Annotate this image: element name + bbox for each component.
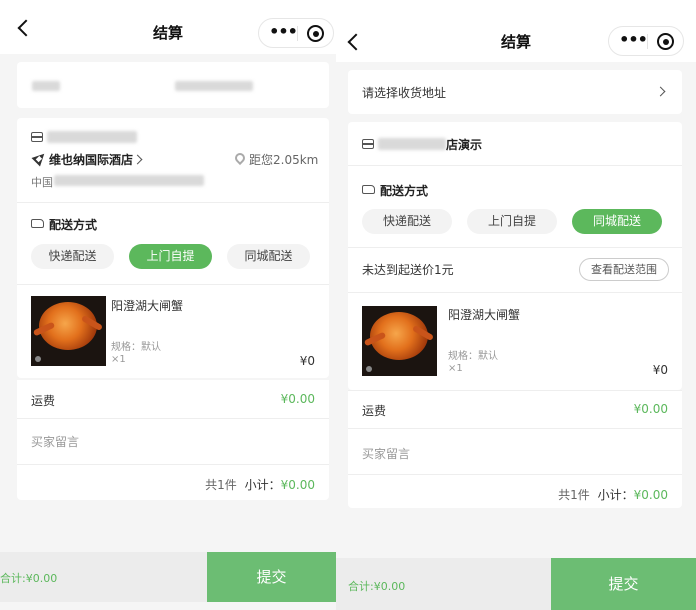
divider [17,418,329,419]
total-value: ¥0.00 [373,580,406,593]
location-pin-icon [232,150,248,166]
order-summary: 共1件 小计：¥0.00 [558,486,668,503]
blurred-phone [175,81,253,91]
address-card[interactable] [17,62,329,108]
product-image[interactable] [31,296,106,366]
shipping-fee: ¥0.00 [633,402,668,416]
chevron-right-icon [132,154,143,165]
order-total: 合计:¥0.00 [348,578,405,594]
mini-program-capsule: ••• [258,18,334,48]
checkout-screen-left: 结算 ••• 维也纳国际酒店 距您2.05km 中国 配送方式 快递配送 上门自… [0,0,336,610]
bottom-bar: 合计:¥0.00 提交 [0,552,336,602]
product-quantity: ×1 [111,354,126,365]
subtotal-value: ¥0.00 [633,488,668,502]
shipping-fee: ¥0.00 [280,392,315,406]
order-extras-card: 运费 ¥0.00 买家留言 共1件 小计：¥0.00 [348,390,682,508]
nav-bar: 结算 ••• [336,4,696,62]
submit-button[interactable]: 提交 [207,552,336,602]
view-delivery-range-button[interactable]: 查看配送范围 [579,258,669,281]
subtotal-label: 小计： [244,478,281,492]
divider [348,428,682,429]
store-icon [362,139,374,149]
address-prefix: 中国 [31,176,53,189]
buyer-remark-input[interactable]: 买家留言 [362,445,410,462]
store-name-suffix: 店演示 [446,138,483,152]
shipping-label: 运费 [362,404,387,418]
delivery-label: 配送方式 [380,184,429,198]
divider [17,202,329,203]
close-target-icon[interactable] [657,33,674,50]
order-card: 维也纳国际酒店 距您2.05km 中国 配送方式 快递配送 上门自提 同城配送 … [17,118,329,378]
select-address-prompt: 请选择收货地址 [362,86,447,100]
subtotal-value: ¥0.00 [280,478,315,492]
divider [348,247,682,248]
product-name: 阳澄湖大闸蟹 [111,299,184,313]
blurred-recipient [32,81,60,91]
close-target-icon[interactable] [307,25,324,42]
product-quantity: ×1 [448,363,463,374]
delivery-truck-icon [31,219,44,228]
bottom-bar: 合计:¥0.00 提交 [336,558,696,610]
divider [348,165,682,166]
product-name: 阳澄湖大闸蟹 [448,308,521,322]
mini-program-capsule: ••• [608,26,684,56]
order-card: 店演示 配送方式 快递配送 上门自提 同城配送 未达到起送价1元 查看配送范围 … [348,122,682,390]
delivery-truck-icon [362,185,375,194]
capsule-divider [297,26,298,41]
checkout-screen-right: 结算 ••• 请选择收货地址 店演示 配送方式 快递配送 上门自提 同城配送 未… [336,4,696,610]
delivery-option-express[interactable]: 快递配送 [31,244,114,269]
blurred-store-name [378,138,446,150]
hotel-name[interactable]: 维也纳国际酒店 [49,151,133,168]
product-price: ¥0 [652,363,668,377]
delivery-option-local[interactable]: 同城配送 [227,244,310,269]
more-icon[interactable]: ••• [269,19,298,47]
product-price: ¥0 [299,354,315,368]
capsule-divider [647,34,648,49]
delivery-option-pickup[interactable]: 上门自提 [129,244,212,269]
total-value: ¥0.00 [25,572,58,585]
total-label: 合计: [348,580,374,593]
subtotal-label: 小计： [597,488,634,502]
navigation-icon [31,149,49,167]
nav-bar: 结算 ••• [0,0,336,54]
order-extras-card: 运费 ¥0.00 买家留言 共1件 小计：¥0.00 [17,380,329,500]
address-selector[interactable]: 请选择收货地址 [348,70,682,114]
blurred-store-name [47,131,137,143]
blurred-address [54,175,204,186]
delivery-option-pickup[interactable]: 上门自提 [467,209,557,234]
submit-button[interactable]: 提交 [551,558,696,610]
min-order-notice: 未达到起送价1元 [362,263,454,277]
shipping-label: 运费 [31,394,56,408]
item-count: 共1件 [205,478,237,492]
divider [17,464,329,465]
total-label: 合计: [0,572,26,585]
divider [348,292,682,293]
chevron-right-icon [655,86,666,97]
store-icon [31,132,43,142]
product-spec: 规格：默认 [448,351,498,362]
item-count: 共1件 [558,488,590,502]
divider [17,284,329,285]
order-total: 合计:¥0.00 [0,570,57,586]
delivery-label: 配送方式 [49,218,98,232]
product-spec: 规格：默认 [111,342,161,353]
divider [348,474,682,475]
order-summary: 共1件 小计：¥0.00 [205,476,315,493]
more-icon[interactable]: ••• [619,27,648,55]
product-image[interactable] [362,306,437,376]
delivery-option-express[interactable]: 快递配送 [362,209,452,234]
delivery-option-local[interactable]: 同城配送 [572,209,662,234]
store-distance: 距您2.05km [249,153,319,167]
divider [348,390,682,391]
buyer-remark-input[interactable]: 买家留言 [31,433,79,450]
